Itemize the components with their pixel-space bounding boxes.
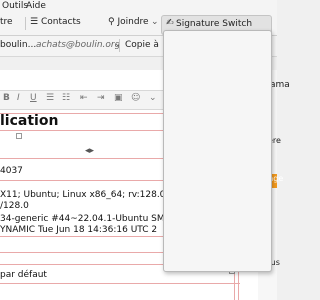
outdent-icon[interactable]: ⇤ <box>80 93 88 103</box>
body-line-4: par défaut <box>0 270 47 280</box>
contacts-label: Contacts <box>40 17 81 27</box>
from-name[interactable]: boulin... <box>0 40 36 50</box>
emoji-icon[interactable]: ☺ <box>131 93 140 103</box>
cc-button[interactable]: Copie à <box>125 40 159 50</box>
menu-help[interactable]: Aide <box>26 1 46 11</box>
indent-icon[interactable]: ⇥ <box>97 93 105 103</box>
bold-button[interactable]: B <box>3 93 10 103</box>
from-separator <box>119 39 120 52</box>
from-email: achats@boulin.org <box>36 40 121 50</box>
body-heading: lication <box>0 113 59 129</box>
paperclip-icon: ⚲ <box>108 17 115 27</box>
menubar: Outils Aide <box>0 0 277 13</box>
contacts-button[interactable]: ☰ Contacts <box>30 17 81 27</box>
attach-button[interactable]: ⚲ Joindre <box>108 17 149 27</box>
contacts-icon: ☰ <box>30 17 39 27</box>
numbered-list-icon[interactable]: ☷ <box>62 93 70 103</box>
bullet-list-icon[interactable]: ☰ <box>46 93 54 103</box>
body-line-3b: YNAMIC Tue Jun 18 14:36:16 UTC 2 <box>0 225 158 235</box>
menu-tools[interactable]: Outils <box>2 1 28 11</box>
table-resize-icon[interactable]: ◂▸ <box>85 146 94 156</box>
signature-switch-label: Signature Switch <box>176 19 253 29</box>
underline-button[interactable]: U <box>30 93 37 103</box>
attach-label: Joindre <box>117 17 149 27</box>
body-line-2a: X11; Ubuntu; Linux x86_64; rv:128.0) G <box>0 190 179 200</box>
paragraph-dropdown-icon[interactable]: ⌄ <box>149 93 157 103</box>
table-border-line <box>0 283 240 284</box>
resize-handle[interactable] <box>16 133 22 139</box>
toolbar-separator <box>25 17 26 30</box>
italic-button[interactable]: I <box>17 93 20 103</box>
body-line-3a: 34-generic #44~22.04.1-Ubuntu SMP <box>0 214 171 224</box>
attach-dropdown-chevron-icon[interactable]: ⌄ <box>151 17 159 27</box>
body-line-1: 4037 <box>0 166 23 176</box>
signature-switch-icon: ✍ <box>166 18 174 28</box>
signature-switch-popup[interactable] <box>163 30 272 272</box>
body-line-2b: /128.0 <box>0 201 29 211</box>
toolbar-edit-partial[interactable]: tre <box>0 17 13 27</box>
from-dropdown-chevron-icon[interactable]: ⌄ <box>114 39 122 49</box>
insert-image-icon[interactable]: ▣ <box>114 93 123 103</box>
